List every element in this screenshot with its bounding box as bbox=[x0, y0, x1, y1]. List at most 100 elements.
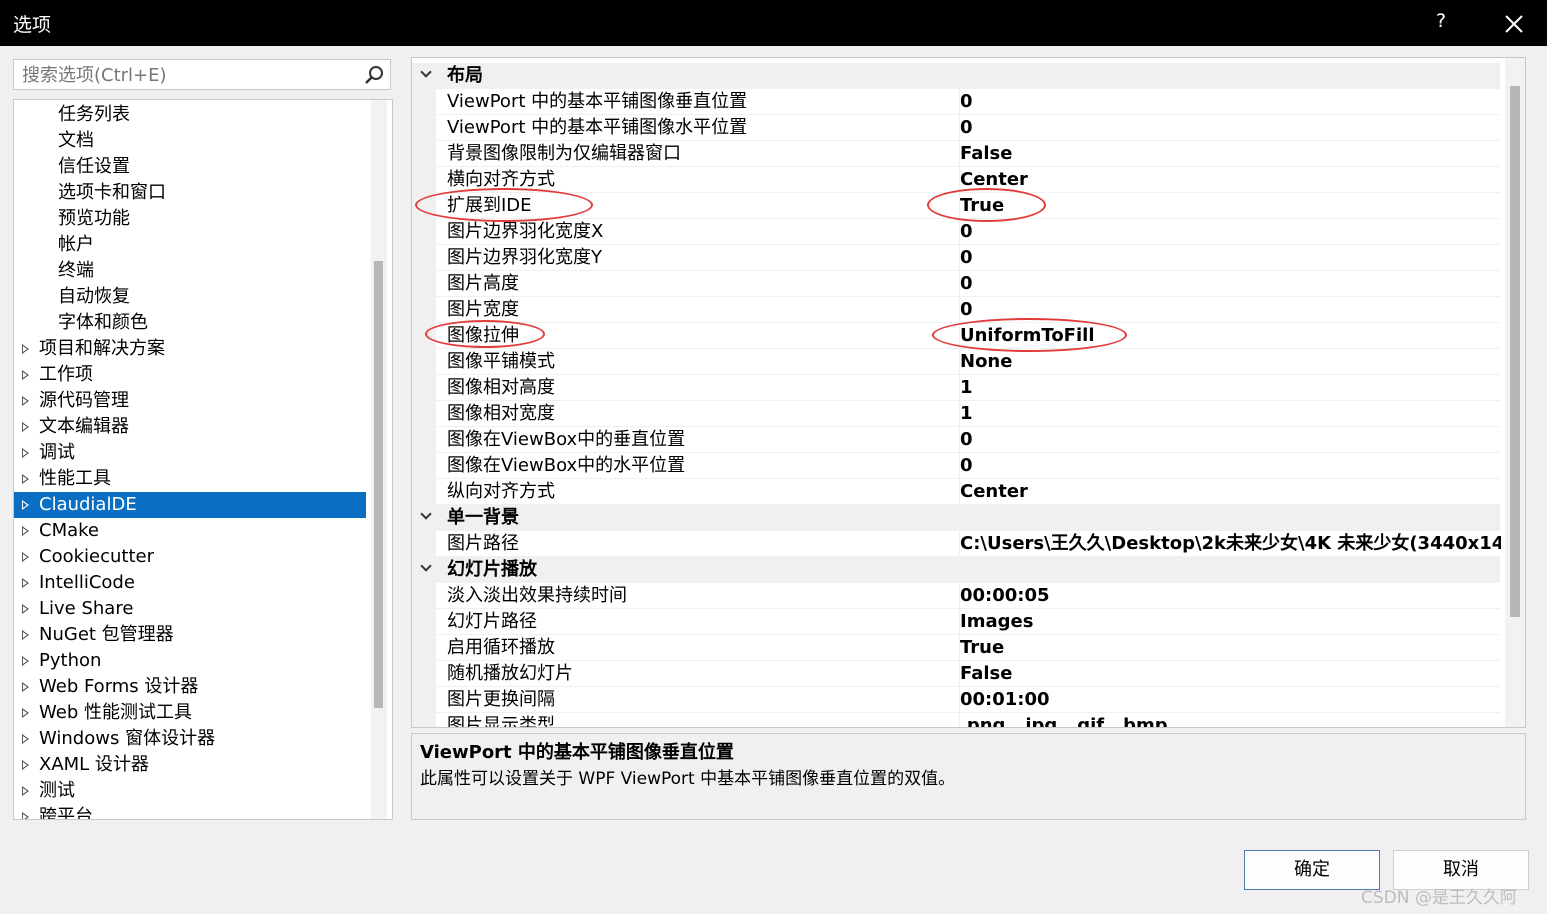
property-row[interactable]: 图片宽度 0 bbox=[412, 297, 1500, 323]
expand-arrow-icon[interactable] bbox=[22, 500, 29, 510]
expand-arrow-icon[interactable] bbox=[22, 526, 29, 536]
property-value[interactable]: Center bbox=[959, 479, 1501, 505]
tree-item[interactable]: 项目和解决方案 bbox=[14, 336, 366, 362]
tree-item[interactable]: XAML 设计器 bbox=[14, 752, 366, 778]
tree-item[interactable]: 选项卡和窗口 bbox=[14, 180, 366, 206]
property-row[interactable]: 图片路径 C:\Users\王久久\Desktop\2k未来少女\4K 未来少女(… bbox=[412, 531, 1501, 557]
category-header[interactable]: 单一背景 bbox=[412, 505, 1500, 531]
expand-arrow-icon[interactable] bbox=[22, 734, 29, 744]
close-icon[interactable] bbox=[1499, 6, 1529, 40]
tree-item[interactable]: 信任设置 bbox=[14, 154, 366, 180]
tree-item[interactable]: 源代码管理 bbox=[14, 388, 366, 414]
tree-item[interactable]: Windows 窗体设计器 bbox=[14, 726, 366, 752]
expand-arrow-icon[interactable] bbox=[22, 630, 29, 640]
tree-item[interactable]: Web Forms 设计器 bbox=[14, 674, 366, 700]
tree-item[interactable]: CMake bbox=[14, 518, 366, 544]
property-value[interactable]: 00:01:00 bbox=[959, 687, 1501, 713]
property-row[interactable]: 图片边界羽化宽度X 0 bbox=[412, 219, 1500, 245]
tree-item[interactable]: 工作项 bbox=[14, 362, 366, 388]
property-value[interactable]: .png, .jpg, .gif, .bmp bbox=[959, 713, 1501, 727]
property-row[interactable]: 纵向对齐方式 Center bbox=[412, 479, 1500, 505]
property-row[interactable]: 图片更换间隔 00:01:00 bbox=[412, 687, 1500, 713]
property-value[interactable]: False bbox=[959, 141, 1501, 167]
expand-arrow-icon[interactable] bbox=[22, 344, 29, 354]
property-value[interactable]: 0 bbox=[959, 89, 1501, 115]
property-row[interactable]: 幻灯片路径 Images bbox=[412, 609, 1500, 635]
expand-arrow-icon[interactable] bbox=[22, 422, 29, 432]
property-row[interactable]: 图像在ViewBox中的垂直位置 0 bbox=[412, 427, 1500, 453]
property-value[interactable]: Center bbox=[959, 167, 1501, 193]
property-value[interactable]: 0 bbox=[959, 271, 1501, 297]
tree-item[interactable]: 预览功能 bbox=[14, 206, 366, 232]
property-row[interactable]: 图像相对高度 1 bbox=[412, 375, 1500, 401]
tree-item[interactable]: Web 性能测试工具 bbox=[14, 700, 366, 726]
help-button[interactable]: ? bbox=[1436, 10, 1446, 32]
property-value[interactable]: 1 bbox=[959, 401, 1501, 427]
tree-item[interactable]: 调试 bbox=[14, 440, 366, 466]
property-value[interactable]: True bbox=[959, 635, 1501, 661]
property-row[interactable]: ViewPort 中的基本平铺图像垂直位置 0 bbox=[412, 89, 1500, 115]
tree-item[interactable]: 测试 bbox=[14, 778, 366, 804]
property-row[interactable]: ViewPort 中的基本平铺图像水平位置 0 bbox=[412, 115, 1500, 141]
expand-arrow-icon[interactable] bbox=[22, 760, 29, 770]
tree-item[interactable]: 跨平台 bbox=[14, 804, 366, 819]
property-value[interactable]: 1 bbox=[959, 375, 1501, 401]
property-value[interactable]: 0 bbox=[959, 219, 1501, 245]
property-row[interactable]: 背景图像限制为仅编辑器窗口 False bbox=[412, 141, 1500, 167]
property-value[interactable]: Images bbox=[959, 609, 1501, 635]
expand-arrow-icon[interactable] bbox=[22, 370, 29, 380]
property-row[interactable]: 扩展到IDE True bbox=[412, 193, 1500, 219]
chevron-down-icon[interactable] bbox=[420, 508, 432, 520]
property-row[interactable]: 图像相对宽度 1 bbox=[412, 401, 1500, 427]
grid-scrollbar[interactable] bbox=[1505, 58, 1525, 727]
expand-arrow-icon[interactable] bbox=[22, 552, 29, 562]
property-row[interactable]: 随机播放幻灯片 False bbox=[412, 661, 1500, 687]
property-value[interactable]: True bbox=[959, 193, 1501, 219]
property-value[interactable]: False bbox=[959, 661, 1501, 687]
search-icon[interactable] bbox=[364, 65, 384, 85]
tree-item[interactable]: Live Share bbox=[14, 596, 366, 622]
expand-arrow-icon[interactable] bbox=[22, 578, 29, 588]
expand-arrow-icon[interactable] bbox=[22, 812, 29, 819]
category-header[interactable]: 布局 bbox=[412, 63, 1500, 89]
expand-arrow-icon[interactable] bbox=[22, 448, 29, 458]
tree-item[interactable]: ClaudialDE bbox=[14, 492, 366, 518]
property-value[interactable]: 0 bbox=[959, 427, 1501, 453]
tree-item[interactable]: Cookiecutter bbox=[14, 544, 366, 570]
property-row[interactable]: 图像拉伸 UniformToFill bbox=[412, 323, 1500, 349]
tree-item[interactable]: 终端 bbox=[14, 258, 366, 284]
property-row[interactable]: 图像平铺模式 None bbox=[412, 349, 1500, 375]
property-value[interactable]: UniformToFill bbox=[959, 323, 1501, 349]
chevron-down-icon[interactable] bbox=[420, 66, 432, 78]
tree-item[interactable]: 文本编辑器 bbox=[14, 414, 366, 440]
property-row[interactable]: 图片边界羽化宽度Y 0 bbox=[412, 245, 1500, 271]
property-value[interactable]: 00:00:05 bbox=[959, 583, 1501, 609]
property-row[interactable]: 图像在ViewBox中的水平位置 0 bbox=[412, 453, 1500, 479]
property-value[interactable]: C:\Users\王久久\Desktop\2k未来少女\4K 未来少女(3440… bbox=[959, 531, 1501, 557]
ok-button[interactable]: 确定 bbox=[1244, 850, 1380, 890]
expand-arrow-icon[interactable] bbox=[22, 786, 29, 796]
tree-scrollbar[interactable] bbox=[371, 100, 387, 819]
property-value[interactable]: None bbox=[959, 349, 1501, 375]
property-row[interactable]: 图片高度 0 bbox=[412, 271, 1500, 297]
expand-arrow-icon[interactable] bbox=[22, 604, 29, 614]
expand-arrow-icon[interactable] bbox=[22, 708, 29, 718]
expand-arrow-icon[interactable] bbox=[22, 656, 29, 666]
tree-scrollbar-thumb[interactable] bbox=[374, 261, 383, 708]
tree-item[interactable]: 字体和颜色 bbox=[14, 310, 366, 336]
tree-item[interactable]: 任务列表 bbox=[14, 102, 366, 128]
expand-arrow-icon[interactable] bbox=[22, 682, 29, 692]
property-row[interactable]: 淡入淡出效果持续时间 00:00:05 bbox=[412, 583, 1500, 609]
property-value[interactable]: 0 bbox=[959, 115, 1501, 141]
property-row[interactable]: 启用循环播放 True bbox=[412, 635, 1500, 661]
tree-item[interactable]: 文档 bbox=[14, 128, 366, 154]
category-header[interactable]: 幻灯片播放 bbox=[412, 557, 1500, 583]
tree-item[interactable]: IntelliCode bbox=[14, 570, 366, 596]
tree-item[interactable]: Python bbox=[14, 648, 366, 674]
property-value[interactable]: 0 bbox=[959, 453, 1501, 479]
tree-item[interactable]: NuGet 包管理器 bbox=[14, 622, 366, 648]
property-value[interactable]: 0 bbox=[959, 297, 1501, 323]
tree-item[interactable]: 帐户 bbox=[14, 232, 366, 258]
tree-item[interactable]: 自动恢复 bbox=[14, 284, 366, 310]
property-row[interactable]: 横向对齐方式 Center bbox=[412, 167, 1500, 193]
